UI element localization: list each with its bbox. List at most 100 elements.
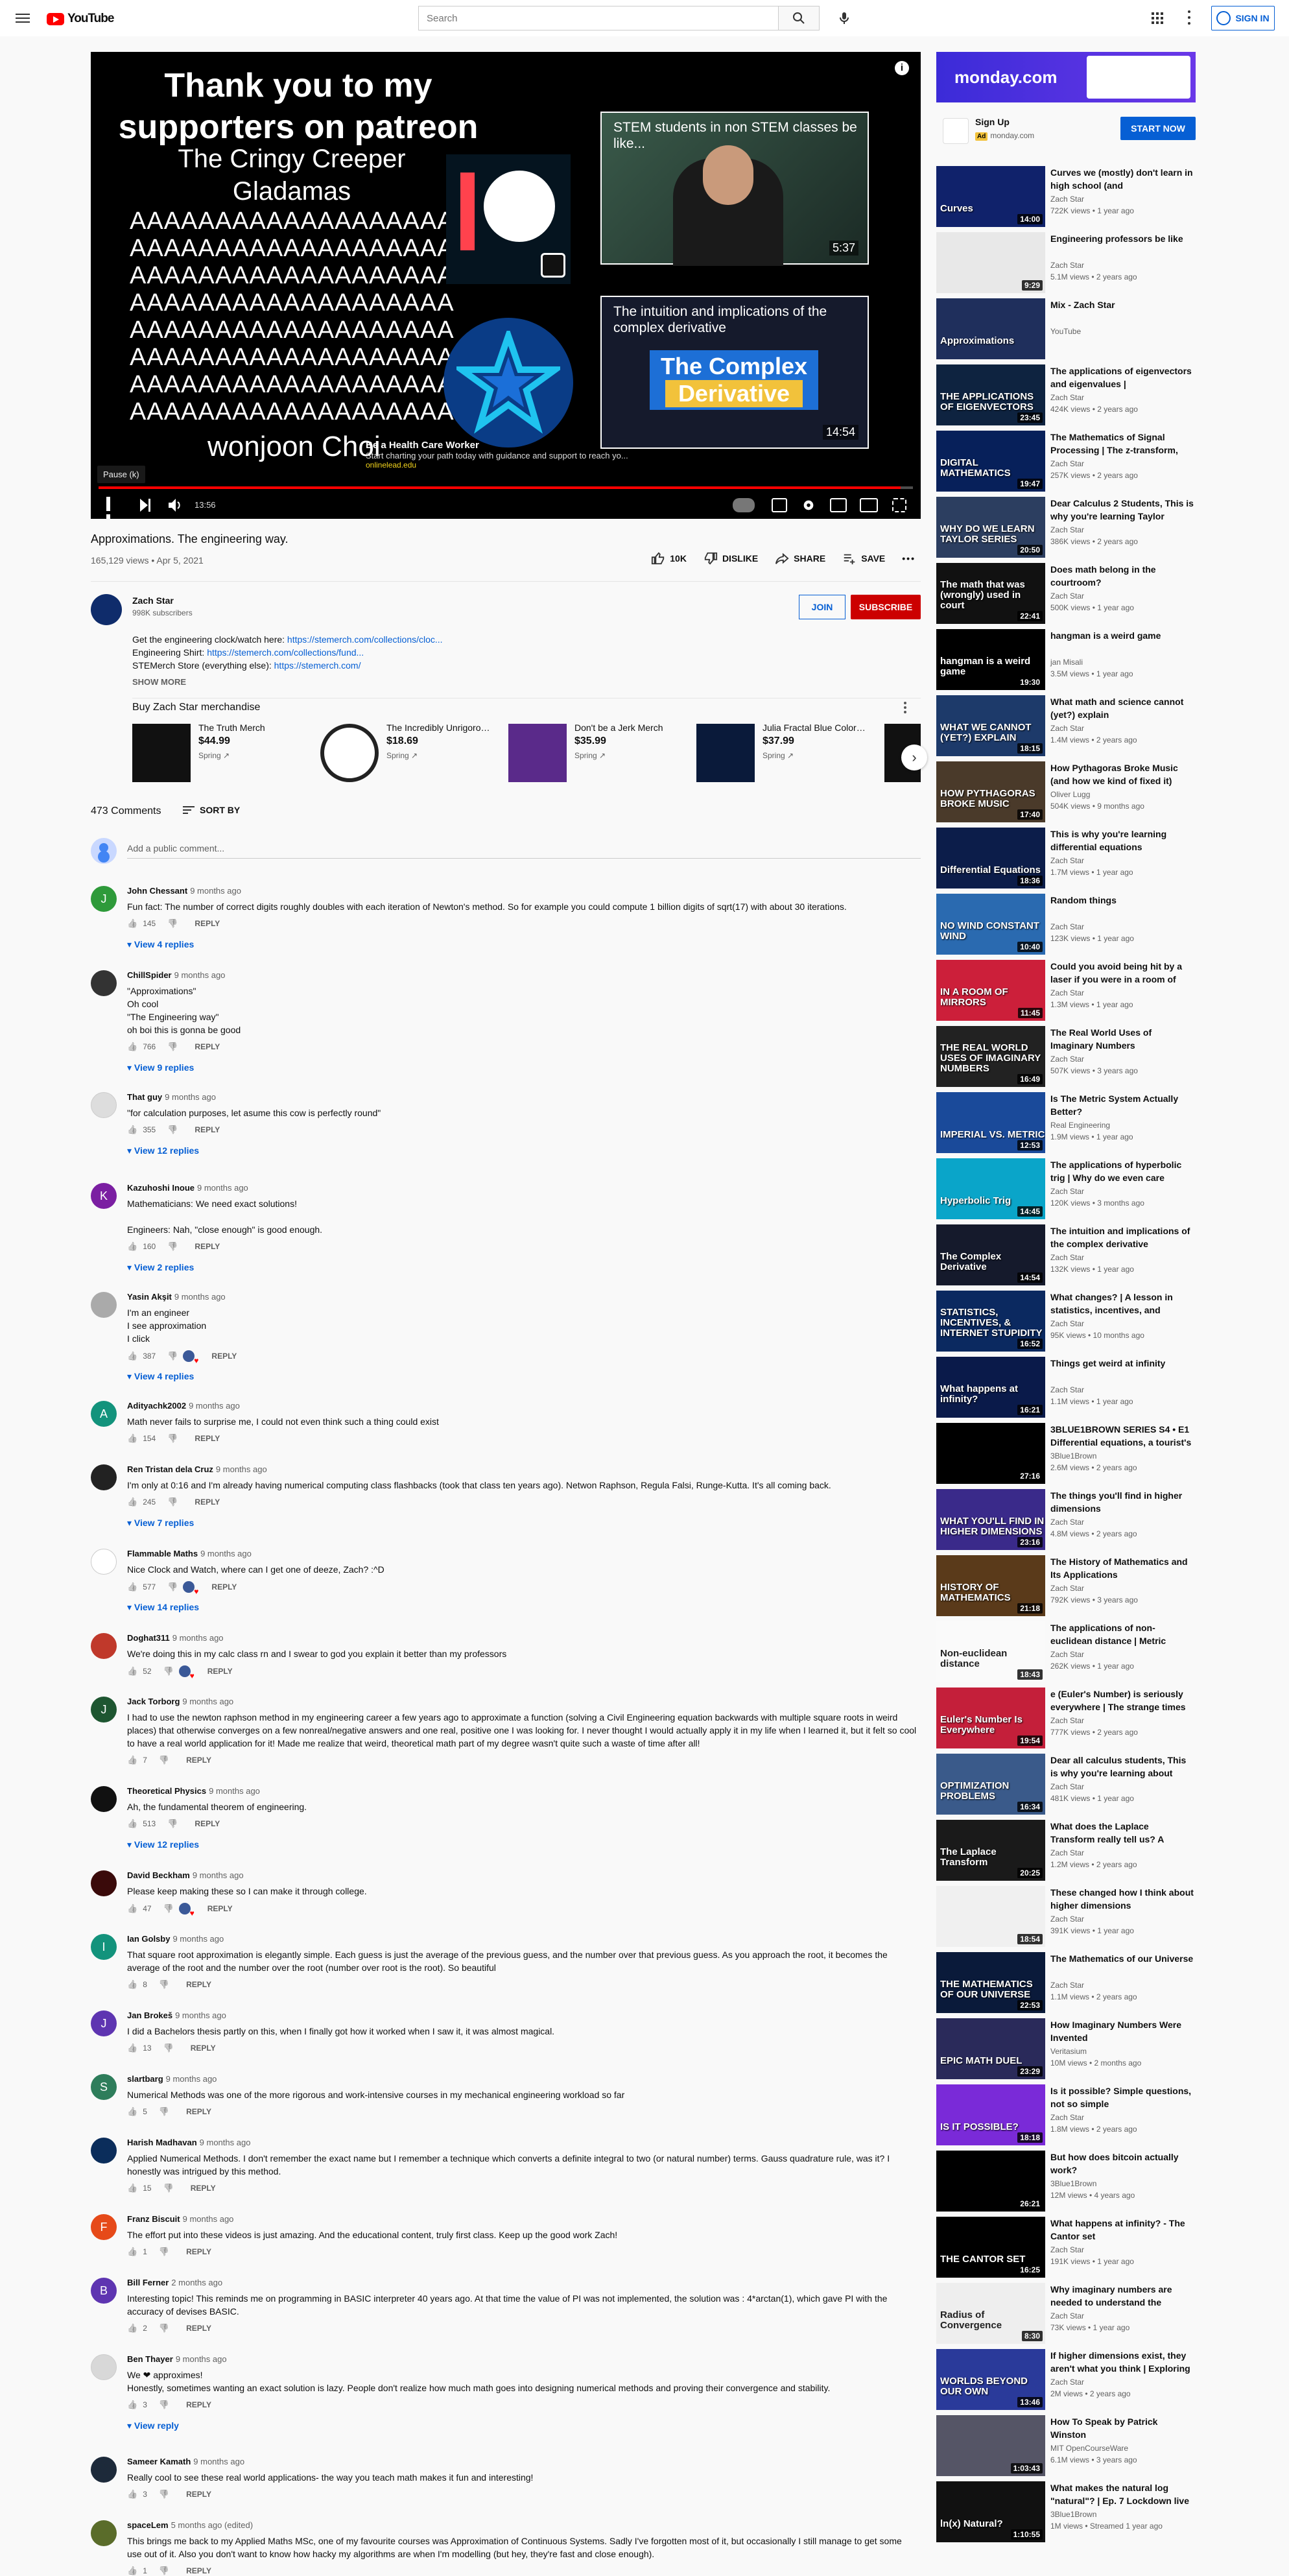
related-video-title[interactable]: But how does bitcoin actually work? <box>1050 2151 1194 2176</box>
related-video-channel[interactable]: Zach Star <box>1050 2245 1084 2254</box>
voice-search-button[interactable] <box>836 10 852 26</box>
thumbs-down-icon[interactable]: 👎 <box>167 1819 178 1829</box>
video-thumbnail[interactable]: STATISTICS, INCENTIVES, & INTERNET STUPI… <box>936 1291 1045 1352</box>
comment-time[interactable]: 9 months ago <box>165 1092 216 1102</box>
thumbs-up-icon[interactable]: 👍 <box>127 2489 137 2499</box>
subscribe-button[interactable]: SUBSCRIBE <box>851 595 921 619</box>
comment-time[interactable]: 9 months ago <box>190 886 241 896</box>
comment-time[interactable]: 9 months ago <box>200 2138 251 2147</box>
related-video-channel[interactable]: Zach Star <box>1050 724 1084 733</box>
video-thumbnail[interactable]: IS IT POSSIBLE? 18:18 <box>936 2084 1045 2145</box>
related-video-title[interactable]: Random things <box>1050 894 1194 907</box>
related-video-title[interactable]: Could you avoid being hit by a laser if … <box>1050 960 1194 986</box>
related-video[interactable]: THE CANTOR SET 16:25 What happens at infin… <box>936 2217 1196 2278</box>
video-thumbnail[interactable]: WHY DO WE LEARN TAYLOR SERIES 20:50 <box>936 497 1045 558</box>
comment-time[interactable]: 9 months ago <box>175 2010 226 2020</box>
comment-time[interactable]: 9 months ago <box>172 1934 224 1944</box>
reply-button[interactable]: REPLY <box>186 2324 211 2333</box>
related-video-title[interactable]: 3BLUE1BROWN SERIES S4 • E1 Differential … <box>1050 1423 1194 1449</box>
comment-author[interactable]: Ian Golsby 9 months ago <box>127 1934 224 1944</box>
thumbs-up-icon[interactable]: 👍 <box>127 1903 137 1914</box>
related-video-channel[interactable]: Zach Star <box>1050 988 1084 997</box>
related-video[interactable]: What happens at infinity? 16:21 Things get… <box>936 1357 1196 1418</box>
dislike-button[interactable]: DISLIKE <box>704 551 758 566</box>
fullscreen-icon[interactable] <box>892 498 906 512</box>
comment-author[interactable]: Theoretical Physics 9 months ago <box>127 1786 260 1796</box>
thumbs-down-icon[interactable]: 👎 <box>163 1666 174 1676</box>
related-video-channel[interactable]: MIT OpenCourseWare <box>1050 2444 1128 2453</box>
endcard-video-2[interactable]: The intuition and implications of the co… <box>600 296 869 449</box>
comment-time[interactable]: 9 months ago <box>176 2354 227 2364</box>
related-video-channel[interactable]: Zach Star <box>1050 1518 1084 1527</box>
related-video-title[interactable]: Things get weird at infinity <box>1050 1357 1194 1370</box>
comment-author[interactable]: Sameer Kamath 9 months ago <box>127 2457 244 2466</box>
search-input[interactable] <box>418 6 778 30</box>
related-video-title[interactable]: Dear Calculus 2 Students, This is why yo… <box>1050 497 1194 523</box>
reply-button[interactable]: REPLY <box>195 1819 220 1828</box>
related-video-title[interactable]: Is The Metric System Actually Better? <box>1050 1092 1194 1118</box>
thumbs-down-icon[interactable]: 👎 <box>159 2106 169 2117</box>
related-video-channel[interactable]: Zach Star <box>1050 1055 1084 1064</box>
related-video-title[interactable]: hangman is a weird game <box>1050 629 1194 642</box>
thumbs-down-icon[interactable]: 👎 <box>159 1979 169 1990</box>
youtube-logo[interactable]: YouTube <box>47 12 114 26</box>
video-thumbnail[interactable]: Radius of Convergence 8:30 <box>936 2283 1045 2344</box>
thumbs-down-icon[interactable]: 👎 <box>167 1125 178 1135</box>
video-thumbnail[interactable]: Non-euclidean distance 18:43 <box>936 1621 1045 1682</box>
related-video[interactable]: Hyperbolic Trig 14:45 The applications of … <box>936 1158 1196 1219</box>
related-video-title[interactable]: The intuition and implications of the co… <box>1050 1224 1194 1250</box>
related-video-title[interactable]: Dear all calculus students, This is why … <box>1050 1754 1194 1780</box>
endcard-video-1[interactable]: STEM students in non STEM classes be lik… <box>600 112 869 266</box>
related-video-channel[interactable]: 3Blue1Brown <box>1050 2179 1096 2188</box>
comment-avatar[interactable]: A <box>91 1401 117 1427</box>
video-thumbnail[interactable]: THE CANTOR SET 16:25 <box>936 2217 1045 2278</box>
comment-avatar[interactable] <box>91 1464 117 1490</box>
related-video[interactable]: 1:03:43 How To Speak by Patrick Winston MI… <box>936 2415 1196 2476</box>
related-video-channel[interactable]: Real Engineering <box>1050 1121 1110 1130</box>
related-video-title[interactable]: What happens at infinity? - The Cantor s… <box>1050 2217 1194 2243</box>
related-video-title[interactable]: Does math belong in the courtroom? <box>1050 563 1194 589</box>
reply-button[interactable]: REPLY <box>195 1042 220 1051</box>
related-video-channel[interactable]: Zach Star <box>1050 1187 1084 1196</box>
video-thumbnail[interactable]: 26:21 <box>936 2151 1045 2212</box>
thumbs-up-icon[interactable]: 👍 <box>127 1241 137 1252</box>
related-video-channel[interactable]: Zach Star <box>1050 195 1084 204</box>
video-thumbnail[interactable]: The math that was (wrongly) used in cour… <box>936 563 1045 624</box>
thumbs-up-icon[interactable]: 👍 <box>127 1979 137 1990</box>
comment-time[interactable]: 9 months ago <box>182 1697 233 1706</box>
related-video[interactable]: EPIC MATH DUEL 23:29 How Imaginary Numbers… <box>936 2018 1196 2079</box>
reply-button[interactable]: REPLY <box>195 1434 220 1443</box>
comment-author[interactable]: slartbarg 9 months ago <box>127 2074 217 2084</box>
comment-author[interactable]: Yasin Akşit 9 months ago <box>127 1292 226 1302</box>
comment-avatar[interactable] <box>91 970 117 996</box>
more-actions-icon[interactable]: ••• <box>902 553 916 564</box>
like-button[interactable]: 10K <box>651 551 687 566</box>
comment-author[interactable]: spaceLem 5 months ago (edited) <box>127 2520 253 2530</box>
related-video[interactable]: OPTIMIZATION PROBLEMS 16:34 Dear all calcu… <box>936 1754 1196 1815</box>
comment-time[interactable]: 9 months ago <box>189 1401 240 1411</box>
related-video[interactable]: ln(x) Natural? 1:10:55 What makes the natu… <box>936 2481 1196 2542</box>
comment-avatar[interactable] <box>91 1870 117 1896</box>
view-replies-button[interactable]: ▾ View 4 replies <box>127 939 194 950</box>
comment-avatar[interactable] <box>91 2457 117 2483</box>
reply-button[interactable]: REPLY <box>186 1980 211 1989</box>
related-video-title[interactable]: Mix - Zach Star <box>1050 298 1194 311</box>
sign-in-button[interactable]: SIGN IN <box>1211 6 1275 30</box>
save-button[interactable]: SAVE <box>842 551 885 566</box>
merch-menu-icon[interactable] <box>904 702 906 713</box>
thumbs-up-icon[interactable]: 👍 <box>127 2043 137 2053</box>
related-video-channel[interactable]: Zach Star <box>1050 1782 1084 1791</box>
channel-name[interactable]: Zach Star <box>132 595 174 606</box>
reply-button[interactable]: REPLY <box>186 2400 211 2409</box>
related-video-title[interactable]: Is it possible? Simple questions, not so… <box>1050 2084 1194 2110</box>
pause-button[interactable] <box>106 497 119 519</box>
thumbs-up-icon[interactable]: 👍 <box>127 2106 137 2117</box>
view-replies-button[interactable]: ▾ View 14 replies <box>127 1602 199 1613</box>
related-video-channel[interactable]: Zach Star <box>1050 2113 1084 2122</box>
related-video[interactable]: THE REAL WORLD USES OF IMAGINARY NUMBERS… <box>936 1026 1196 1087</box>
thumbs-down-icon[interactable]: 👎 <box>163 2043 174 2053</box>
comment-time[interactable]: 5 months ago (edited) <box>171 2520 253 2530</box>
thumbs-down-icon[interactable]: 👎 <box>163 1903 174 1914</box>
video-player[interactable]: Thank you to my supporters on patreon Th… <box>91 52 921 519</box>
thumbs-up-icon[interactable]: 👍 <box>127 918 137 929</box>
